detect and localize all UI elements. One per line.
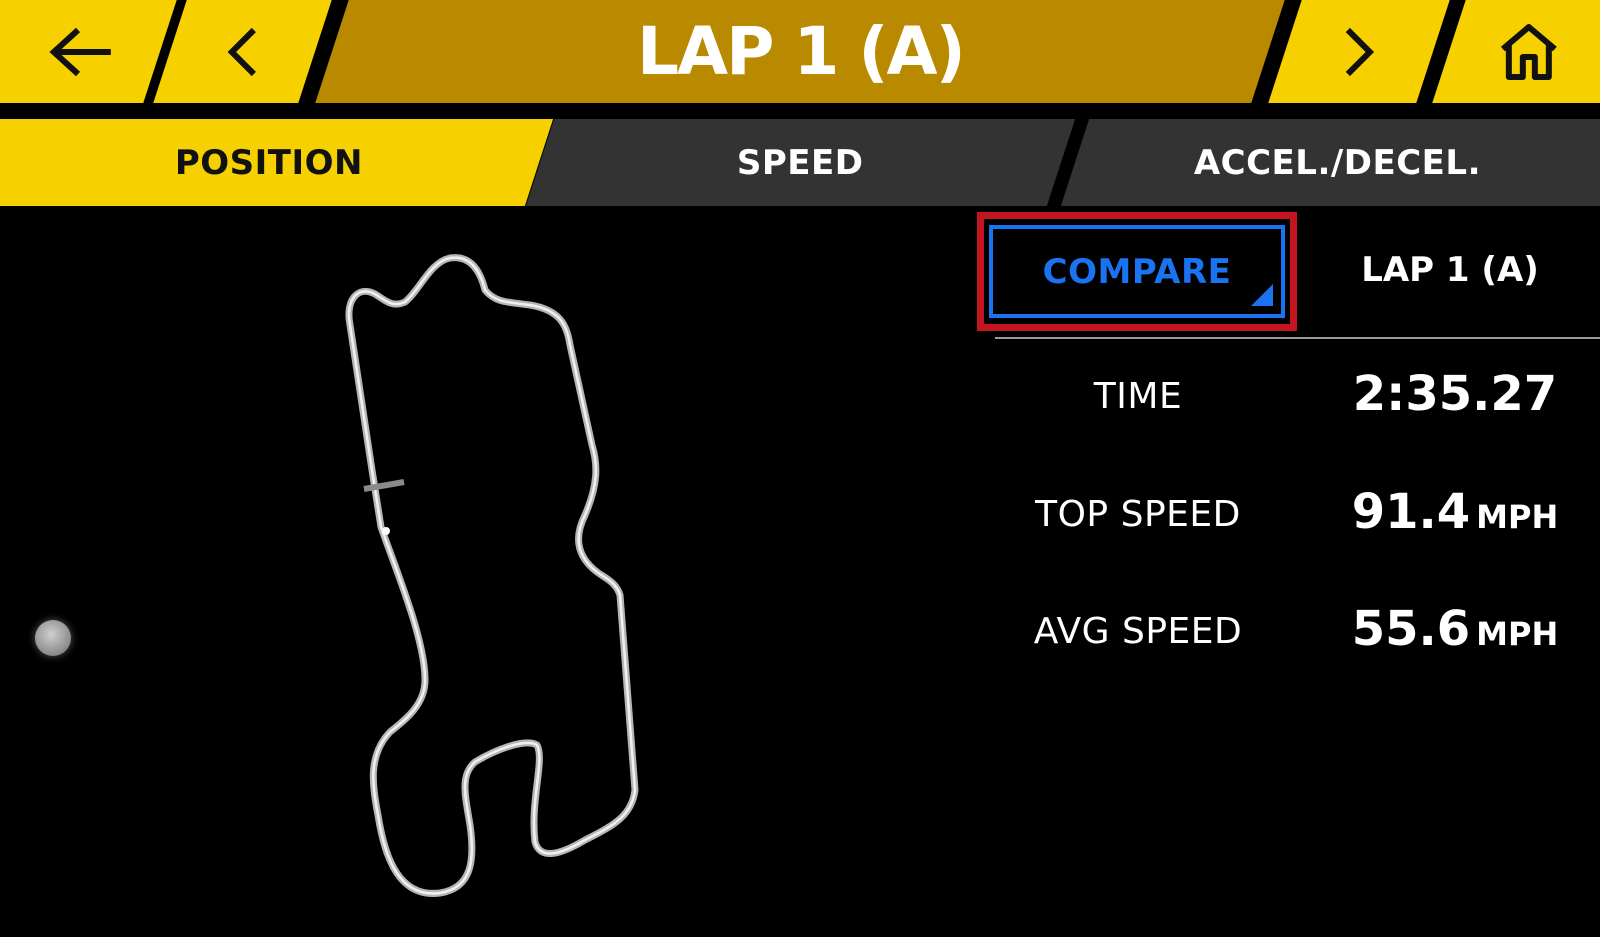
top-bar: LAP 1 (A) [0,0,1600,103]
tab-accel-decel-label: ACCEL./DECEL. [1193,142,1482,183]
start-finish-line [363,479,405,492]
previous-lap-button[interactable] [153,0,332,103]
tab-position-label: POSITION [175,142,364,183]
time-value: 2:35.27 [1305,366,1600,422]
avg-speed-label: AVG SPEED [1033,611,1243,652]
chevron-left-icon [226,26,260,78]
avg-speed-number: 55.6 [1351,601,1471,657]
home-button[interactable] [1432,0,1600,103]
page-title: LAP 1 (A) [636,13,964,90]
track-marker [382,527,390,535]
top-speed-number: 91.4 [1351,484,1471,540]
time-label: TIME [1093,376,1183,417]
time-value-number: 2:35.27 [1352,366,1558,422]
chevron-right-icon [1342,26,1376,78]
header-title-bar: LAP 1 (A) [315,0,1285,103]
tab-accel-decel[interactable]: ACCEL./DECEL. [1060,119,1600,206]
dropdown-corner-icon [1251,284,1273,306]
stats-divider [995,337,1600,339]
tab-position[interactable]: POSITION [0,119,554,206]
position-indicator-dot [35,620,71,656]
tab-speed[interactable]: SPEED [525,119,1076,206]
top-speed-value: 91.4 MPH [1305,484,1600,540]
top-speed-unit: MPH [1476,498,1559,536]
next-lap-button[interactable] [1268,0,1450,103]
tab-bar: POSITION SPEED ACCEL./DECEL. [0,119,1600,206]
track-outline-inner [347,256,637,895]
track-map [345,254,639,897]
tab-speed-label: SPEED [737,142,864,183]
lap-column-header: LAP 1 (A) [1361,250,1539,290]
compare-button[interactable]: COMPARE [989,225,1285,318]
track-outline [345,254,639,897]
avg-speed-unit: MPH [1476,615,1559,653]
top-speed-label: TOP SPEED [1035,494,1241,535]
back-button[interactable] [0,0,177,103]
compare-button-label: COMPARE [1042,251,1232,292]
avg-speed-value: 55.6 MPH [1305,601,1600,657]
arrow-left-icon [48,27,112,77]
home-icon [1499,23,1559,81]
